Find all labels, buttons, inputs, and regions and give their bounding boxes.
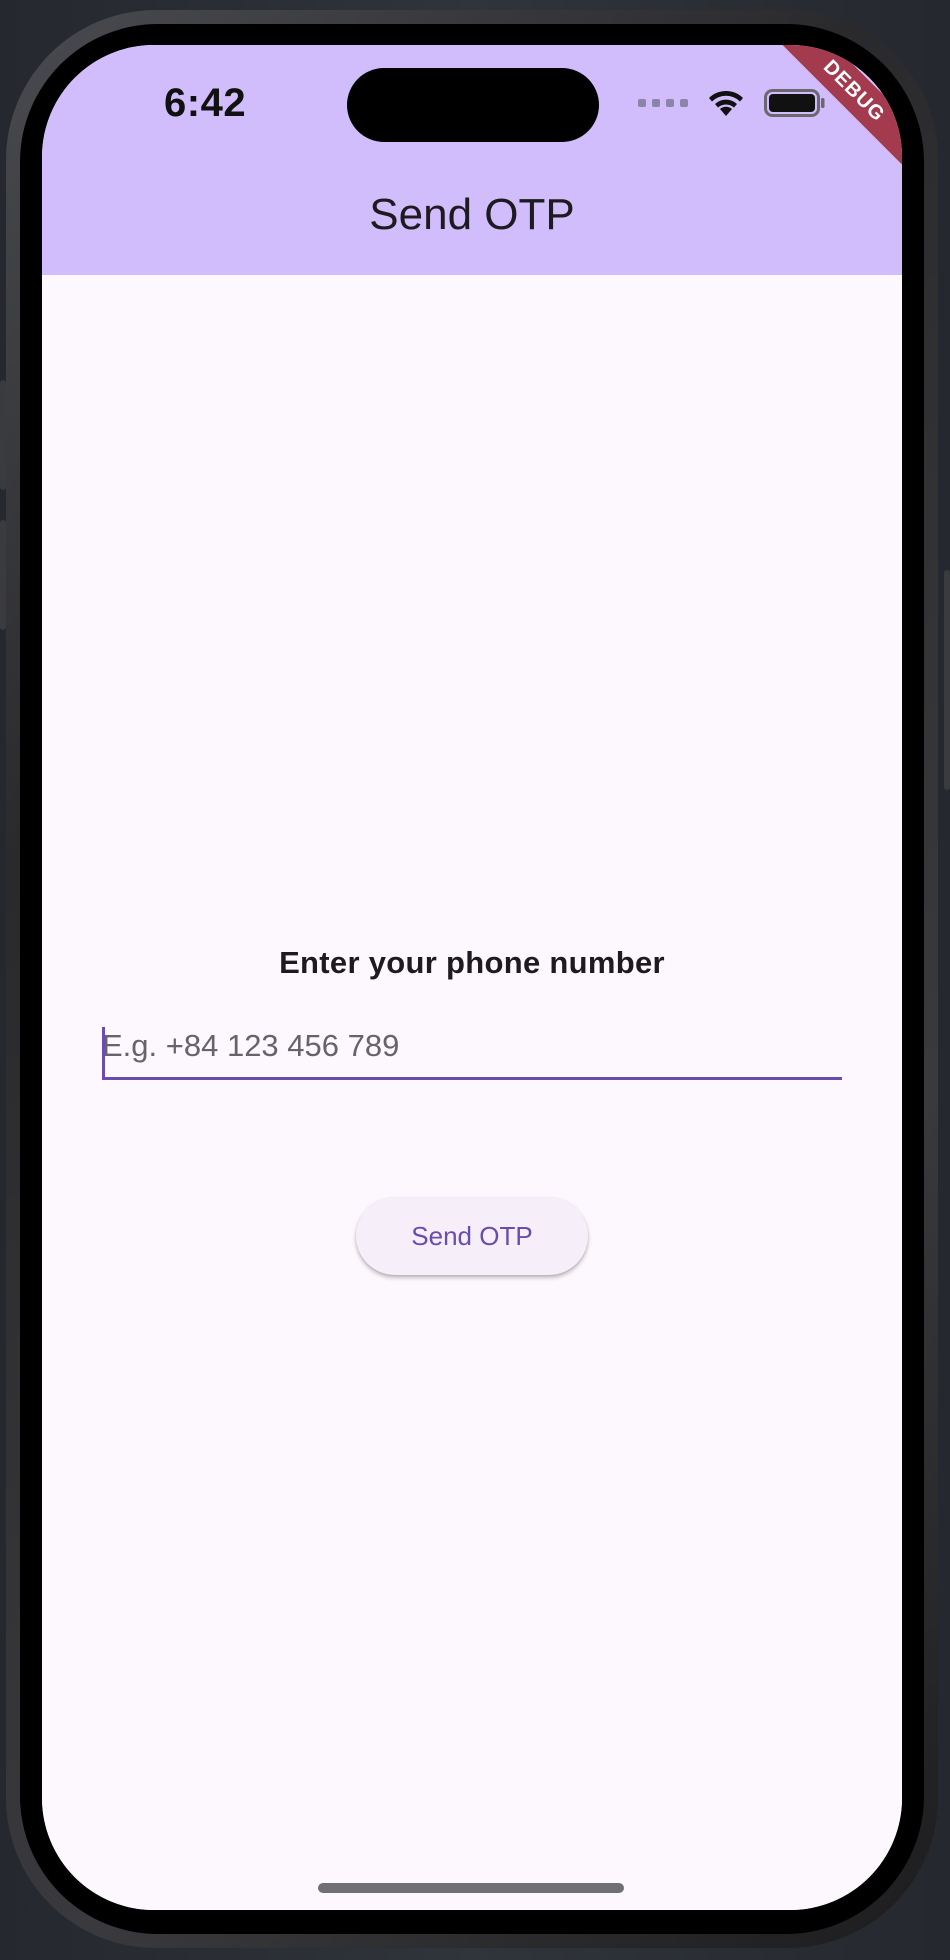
battery-icon (764, 89, 825, 117)
status-time: 6:42 (164, 81, 247, 125)
dynamic-island (347, 68, 599, 142)
send-otp-button[interactable]: Send OTP (356, 1197, 588, 1275)
app-bar: 6:42 DEBUG Send OTP (42, 45, 902, 275)
status-icons (638, 85, 826, 121)
phone-input-container (102, 1015, 842, 1080)
main-content: Enter your phone number Send OTP (42, 275, 902, 1910)
text-cursor (102, 1027, 105, 1077)
signal-dots-icon (638, 99, 688, 107)
phone-number-input[interactable] (102, 1015, 842, 1077)
phone-side-button (944, 570, 950, 790)
wifi-icon (709, 90, 743, 116)
phone-screen: 6:42 DEBUG Send OTP Enter your phone num… (42, 45, 902, 1910)
page-title: Send OTP (369, 190, 575, 239)
phone-number-label: Enter your phone number (279, 945, 665, 980)
home-indicator[interactable] (318, 1883, 624, 1893)
